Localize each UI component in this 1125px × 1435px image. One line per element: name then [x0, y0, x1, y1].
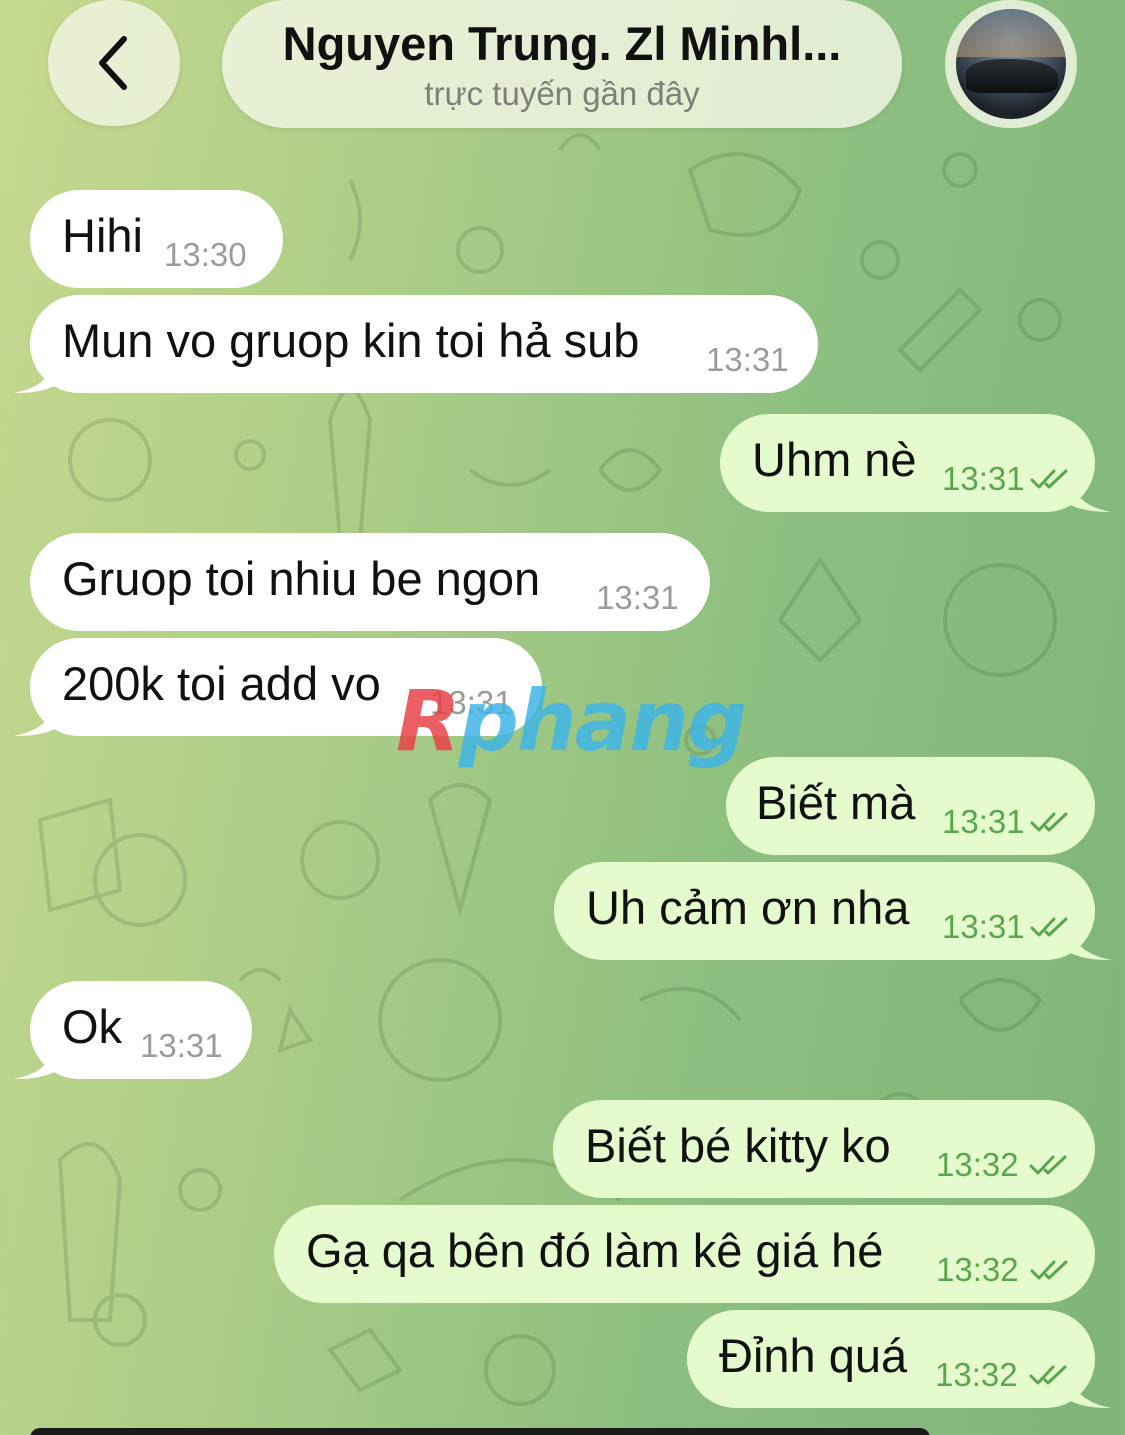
- message-text: Gạ qa bên đó làm kê giá hé: [306, 1224, 884, 1277]
- avatar[interactable]: [945, 0, 1077, 128]
- message-bubble-outgoing[interactable]: Đỉnh quá 13:32: [687, 1310, 1111, 1408]
- message-time: 13:31: [942, 908, 1025, 945]
- message-bubble-outgoing[interactable]: Uhm nè 13:31: [720, 414, 1111, 512]
- contact-name: Nguyen Trung. Zl Minhl...: [282, 17, 842, 70]
- bubble-tail: [14, 353, 54, 393]
- message-time: 13:30: [164, 236, 247, 273]
- bubble-tail: [1071, 1368, 1111, 1408]
- sports-car-avatar-image: [956, 9, 1066, 119]
- bubble-tail: [14, 696, 54, 736]
- message-time: 13:31: [942, 803, 1025, 840]
- message-bubble-outgoing[interactable]: Biết mà 13:31: [726, 757, 1095, 855]
- message-time: 13:31: [140, 1027, 223, 1064]
- message-bubble-incoming[interactable]: Ok 13:31: [14, 981, 252, 1079]
- bubble-tail: [1071, 472, 1111, 512]
- message-time: 13:32: [935, 1356, 1018, 1393]
- message-text: Đỉnh quá: [719, 1329, 908, 1382]
- chevron-left-icon: [99, 36, 127, 90]
- message-bubble-outgoing[interactable]: Biết bé kitty ko 13:32: [553, 1100, 1095, 1198]
- message-text: Ok: [62, 1000, 123, 1053]
- watermark-logo: Rphang: [396, 672, 747, 770]
- contact-status: trực tuyến gần đây: [424, 75, 700, 112]
- chat-header[interactable]: Nguyen Trung. Zl Minhl... trực tuyến gần…: [222, 0, 902, 128]
- double-check-icon: [1029, 1365, 1067, 1385]
- double-check-icon: [1030, 917, 1068, 937]
- message-bubble-outgoing[interactable]: Gạ qa bên đó làm kê giá hé 13:32: [274, 1205, 1095, 1303]
- double-check-icon: [1030, 469, 1068, 489]
- message-bubble-incoming[interactable]: Gruop toi nhiu be ngon 13:31: [30, 533, 710, 631]
- message-bubble-incoming[interactable]: Hihi 13:30: [30, 190, 283, 288]
- message-time: 13:32: [936, 1251, 1019, 1288]
- message-time: 13:31: [942, 460, 1025, 497]
- message-bubble-incoming[interactable]: Mun vo gruop kin toi hả sub 13:31: [14, 295, 818, 393]
- message-bubble-outgoing[interactable]: Uh cảm ơn nha 13:31: [554, 862, 1111, 960]
- message-text: Gruop toi nhiu be ngon: [62, 552, 541, 605]
- message-text: Uhm nè: [752, 433, 917, 486]
- input-bar-edge: [30, 1428, 930, 1435]
- bubble-tail: [14, 1039, 54, 1079]
- message-time: 13:31: [596, 579, 679, 616]
- message-text: Hihi: [62, 209, 143, 262]
- message-time: 13:31: [706, 341, 789, 378]
- double-check-icon: [1030, 1260, 1068, 1280]
- message-text: Biết bé kitty ko: [585, 1119, 891, 1172]
- double-check-icon: [1029, 1155, 1067, 1175]
- message-text: Uh cảm ơn nha: [586, 881, 910, 934]
- message-time: 13:32: [936, 1146, 1019, 1183]
- message-text: 200k toi add vo: [62, 657, 381, 710]
- message-text: Mun vo gruop kin toi hả sub: [62, 314, 640, 367]
- back-button[interactable]: [48, 0, 180, 126]
- double-check-icon: [1030, 812, 1068, 832]
- message-text: Biết mà: [756, 776, 916, 829]
- bubble-tail: [1071, 920, 1111, 960]
